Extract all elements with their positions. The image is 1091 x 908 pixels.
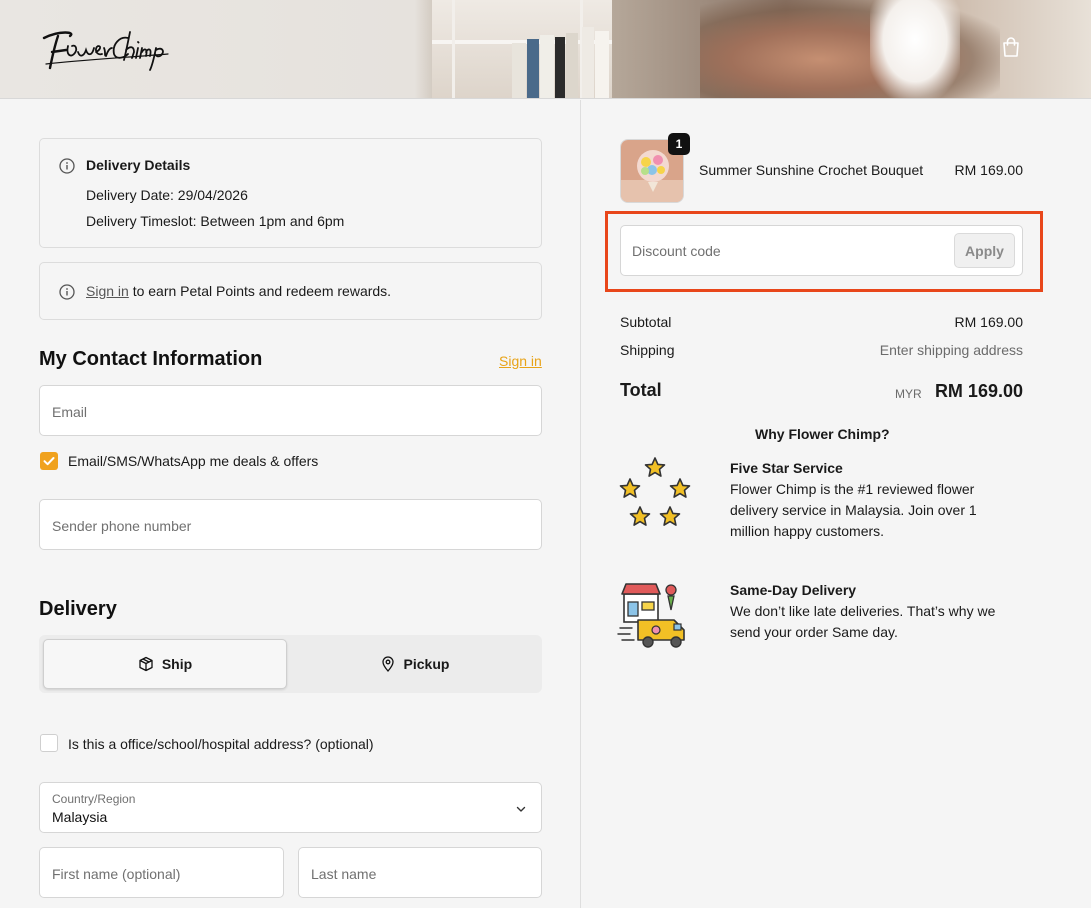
signin-rewards-text: to earn Petal Points and redeem rewards.	[128, 283, 392, 299]
flowerchimp-logo[interactable]	[40, 24, 172, 72]
delivery-details-title: Delivery Details	[86, 157, 191, 173]
delivery-truck-icon	[617, 583, 685, 648]
feature-title-five-star: Five Star Service	[730, 460, 843, 476]
checkout-form: Delivery Details Delivery Date: 29/04/20…	[0, 100, 580, 908]
delivery-details-panel: Delivery Details Delivery Date: 29/04/20…	[39, 138, 542, 248]
product-price: RM 169.00	[954, 162, 1023, 178]
marketing-checkbox[interactable]	[40, 452, 58, 470]
sender-phone-input[interactable]: Sender phone number	[39, 499, 542, 550]
total-label: Total	[620, 380, 662, 400]
office-address-label: Is this a office/school/hospital address…	[68, 736, 374, 752]
contact-signin-link[interactable]: Sign in	[499, 353, 542, 369]
total-currency: MYR	[895, 387, 922, 401]
product-name: Summer Sunshine Crochet Bouquet	[699, 162, 924, 178]
shopping-bag-icon[interactable]	[1001, 36, 1021, 58]
apply-discount-button[interactable]: Apply	[954, 233, 1015, 268]
feature-title-same-day: Same-Day Delivery	[730, 582, 857, 598]
location-pin-icon	[381, 656, 394, 672]
ship-option[interactable]: Ship	[43, 639, 287, 689]
order-summary: 1 Summer Sunshine Crochet Bouquet RM 169…	[581, 100, 1091, 908]
checkmark-icon	[43, 457, 55, 466]
signin-rewards-banner: Sign in to earn Petal Points and redeem …	[39, 262, 542, 320]
shipping-label: Shipping	[620, 342, 675, 358]
signin-rewards-link[interactable]: Sign in	[86, 283, 129, 299]
email-input[interactable]: Email	[39, 385, 542, 436]
info-icon	[59, 284, 75, 300]
first-name-input[interactable]: First name (optional)	[39, 847, 284, 898]
contact-heading: My Contact Information	[39, 348, 263, 370]
header-banner	[0, 0, 1091, 99]
country-select-value: Malaysia	[52, 809, 108, 825]
total-value: RM 169.00	[934, 381, 1023, 401]
pickup-option[interactable]: Pickup	[291, 639, 538, 689]
country-select[interactable]: Country/Region Malaysia	[39, 782, 542, 833]
feature-desc-five-star: Flower Chimp is the #1 reviewed flower d…	[730, 481, 977, 539]
subtotal-row: Subtotal RM 169.00	[620, 314, 1023, 330]
feature-desc-same-day: We don’t like late deliveries. That’s wh…	[730, 603, 996, 640]
subtotal-value: RM 169.00	[954, 314, 1023, 330]
marketing-checkbox-label: Email/SMS/WhatsApp me deals & offers	[68, 453, 319, 469]
discount-code-input[interactable]: Discount code Apply	[620, 225, 1023, 276]
delivery-heading: Delivery	[39, 598, 117, 620]
box-icon	[139, 656, 153, 672]
five-stars-icon	[619, 457, 691, 526]
banner-shelf-image	[432, 0, 612, 98]
shipping-row: Shipping Enter shipping address	[620, 342, 1023, 358]
quantity-badge: 1	[668, 133, 690, 155]
subtotal-label: Subtotal	[620, 314, 672, 330]
chevron-down-icon	[516, 806, 526, 812]
shipping-value: Enter shipping address	[879, 342, 1023, 358]
delivery-method-toggle: Ship Pickup	[39, 635, 542, 693]
why-heading: Why Flower Chimp?	[755, 426, 890, 442]
office-address-checkbox[interactable]	[40, 734, 58, 752]
country-select-label: Country/Region	[52, 792, 136, 806]
delivery-timeslot: Delivery Timeslot: Between 1pm and 6pm	[86, 213, 345, 229]
last-name-input[interactable]: Last name	[298, 847, 542, 898]
info-icon	[59, 158, 75, 174]
delivery-date: Delivery Date: 29/04/2026	[86, 187, 248, 203]
